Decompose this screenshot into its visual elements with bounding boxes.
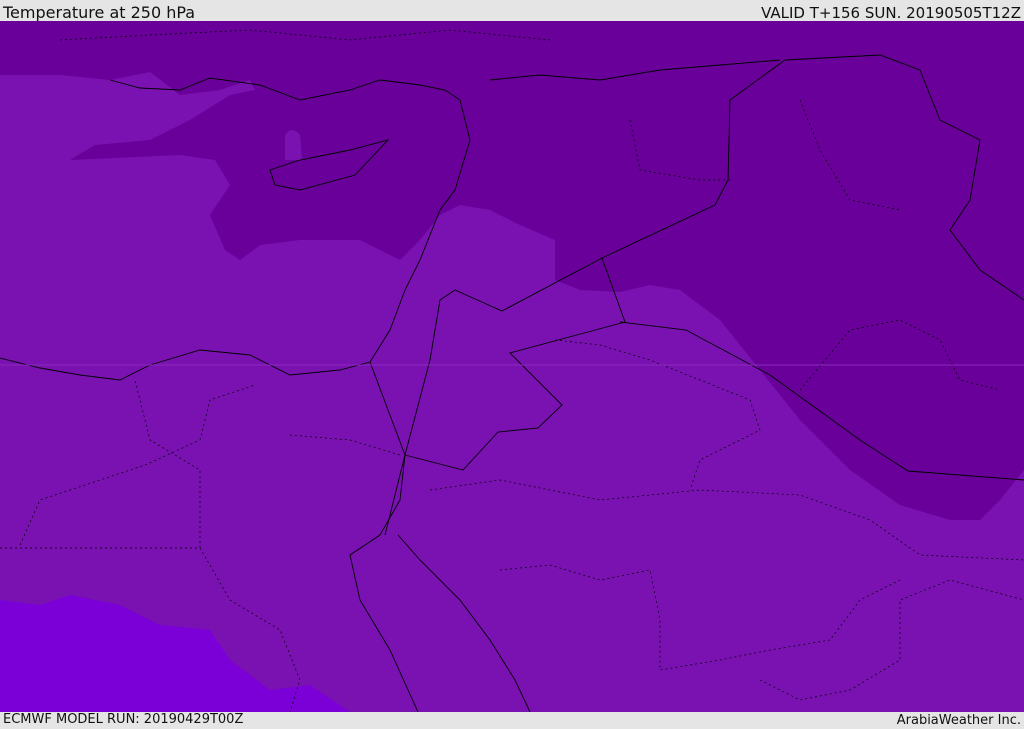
valid-time: VALID T+156 SUN. 20190505T12Z: [761, 4, 1021, 22]
credit: ArabiaWeather Inc.: [896, 713, 1021, 728]
temperature-map[interactable]: [0, 21, 1024, 712]
map-title: Temperature at 250 hPa: [3, 3, 196, 22]
warm-pocket-cyprus: [285, 130, 302, 160]
model-run: ECMWF MODEL RUN: 20190429T00Z: [3, 712, 244, 727]
